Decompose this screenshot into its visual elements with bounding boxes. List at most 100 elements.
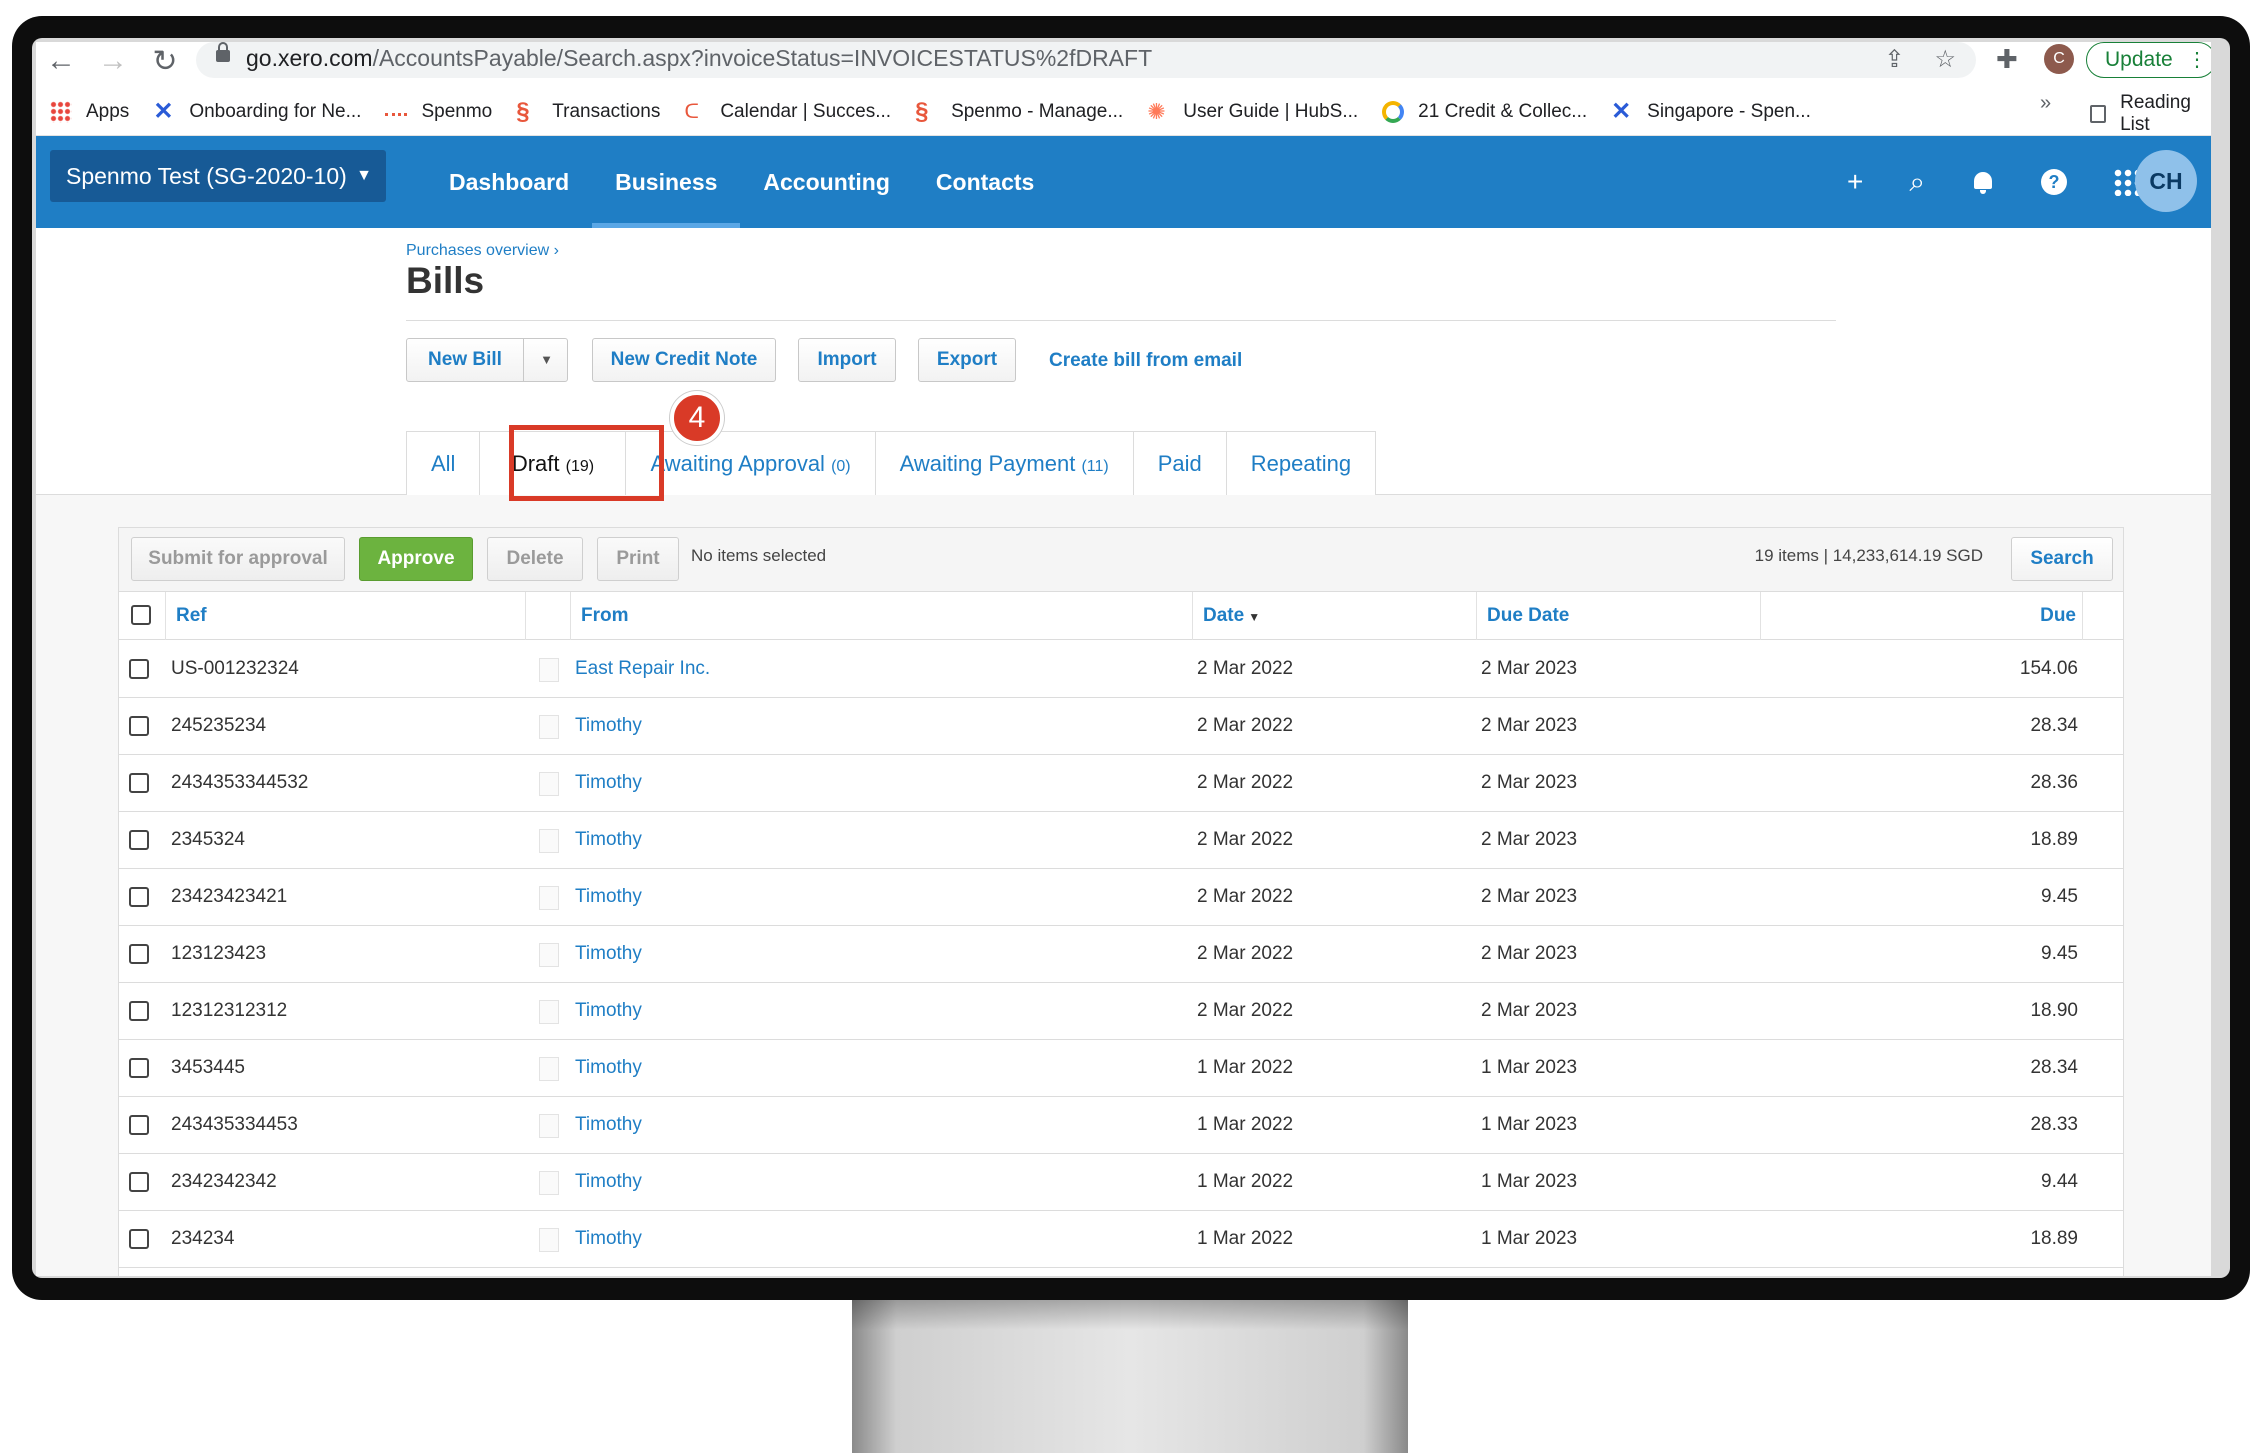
row-checkbox[interactable]	[129, 1229, 149, 1249]
cell-ref[interactable]: 2345324	[171, 812, 245, 868]
bookmark-spenmo-manage[interactable]: § Spenmo - Manage...	[915, 100, 1123, 124]
nav-dashboard[interactable]: Dashboard	[426, 136, 592, 228]
forward-arrow-icon[interactable]: →	[98, 44, 128, 79]
tab-paid[interactable]: Paid	[1132, 431, 1227, 495]
cell-ref[interactable]: 123123423	[171, 926, 266, 982]
import-button[interactable]: Import	[798, 338, 896, 382]
cell-from[interactable]: Timothy	[575, 812, 642, 868]
export-button[interactable]: Export	[918, 338, 1016, 382]
row-checkbox[interactable]	[129, 1058, 149, 1078]
cell-ref[interactable]: 23423423421	[171, 869, 287, 925]
bookmark-credit[interactable]: 21 Credit & Collec...	[1382, 101, 1587, 123]
cell-from[interactable]: Timothy	[575, 869, 642, 925]
column-due[interactable]: Due	[1760, 592, 2082, 640]
table-row[interactable]: 23423423421 Timothy 2 Mar 2022 2 Mar 2023 9.…	[119, 869, 2123, 926]
row-checkbox[interactable]	[129, 1172, 149, 1192]
print-button[interactable]: Print	[597, 537, 679, 581]
url-text[interactable]: go.xero.com/AccountsPayable/Search.aspx?…	[246, 45, 1152, 72]
table-row[interactable]: 123123423 Timothy 2 Mar 2022 2 Mar 2023 9.45	[119, 926, 2123, 983]
table-row[interactable]: 2345324 Timothy 2 Mar 2022 2 Mar 2023 18.89	[119, 812, 2123, 869]
bookmark-calendar[interactable]: ᑕ Calendar | Succes...	[684, 101, 891, 123]
cell-from[interactable]: East Repair Inc.	[575, 641, 710, 697]
tab-repeating[interactable]: Repeating	[1225, 431, 1377, 495]
plus-icon[interactable]: +	[1847, 166, 1863, 198]
row-checkbox[interactable]	[129, 716, 149, 736]
column-date[interactable]: Date ▼	[1192, 592, 1476, 640]
kebab-menu-icon[interactable]: ⋮	[2187, 43, 2207, 77]
cell-from[interactable]: Timothy	[575, 926, 642, 982]
new-credit-note-button[interactable]: New Credit Note	[592, 338, 776, 382]
cell-ref[interactable]: US-001232324	[171, 641, 299, 697]
breadcrumb[interactable]: Purchases overview ›	[406, 242, 559, 260]
lock-icon[interactable]	[216, 42, 230, 62]
row-checkbox[interactable]	[129, 1115, 149, 1135]
search-button[interactable]: Search	[2011, 537, 2113, 581]
bookmark-apps[interactable]: Apps	[50, 101, 129, 123]
chevron-down-icon[interactable]: ▼	[523, 339, 569, 381]
bookmark-spenmo[interactable]: Spenmo	[385, 101, 492, 123]
column-ref[interactable]: Ref	[165, 592, 525, 640]
cell-from[interactable]: Timothy	[575, 1097, 642, 1153]
tab-all[interactable]: All	[406, 431, 481, 495]
table-row[interactable]: 3453445 Timothy 1 Mar 2022 1 Mar 2023 28.34	[119, 1040, 2123, 1097]
submit-for-approval-button[interactable]: Submit for approval	[131, 537, 345, 581]
column-from[interactable]: From	[570, 592, 1192, 640]
table-row[interactable]: 12312312312 Timothy 2 Mar 2022 2 Mar 2023 18…	[119, 983, 2123, 1040]
update-button[interactable]: Update ⋮	[2086, 42, 2211, 78]
cell-ref[interactable]: 2434353344532	[171, 755, 308, 811]
nav-accounting[interactable]: Accounting	[740, 136, 913, 228]
bookmark-transactions[interactable]: § Transactions	[516, 100, 660, 124]
cell-ref[interactable]: 234234	[171, 1211, 234, 1267]
table-row[interactable]: 2342342342 Timothy 1 Mar 2022 1 Mar 2023 9.4…	[119, 1154, 2123, 1211]
back-arrow-icon[interactable]: ←	[46, 44, 76, 79]
cell-ref[interactable]: 12312312312	[171, 983, 287, 1039]
approve-button[interactable]: Approve	[359, 537, 473, 581]
row-checkbox[interactable]	[129, 887, 149, 907]
cell-from[interactable]: Timothy	[575, 1154, 642, 1210]
cell-ref[interactable]: 3453445	[171, 1040, 245, 1096]
row-checkbox[interactable]	[129, 1001, 149, 1021]
table-row[interactable]: 234234 Timothy 1 Mar 2022 1 Mar 2023 18.89	[119, 1211, 2123, 1268]
address-bar[interactable]: go.xero.com/AccountsPayable/Search.aspx?…	[196, 42, 1976, 78]
delete-button[interactable]: Delete	[487, 537, 583, 581]
select-all-checkbox[interactable]	[131, 605, 151, 625]
new-bill-button[interactable]: New Bill ▼	[406, 338, 568, 382]
table-row[interactable]: 245235234 Timothy 2 Mar 2022 2 Mar 2023 28.3…	[119, 698, 2123, 755]
table-row[interactable]: 243435334453 Timothy 1 Mar 2022 1 Mar 2023 2…	[119, 1097, 2123, 1154]
column-due-date[interactable]: Due Date	[1476, 592, 1760, 640]
cell-from[interactable]: Timothy	[575, 755, 642, 811]
bookmark-onboarding[interactable]: ✕ Onboarding for Ne...	[153, 100, 361, 124]
cell-from[interactable]: Timothy	[575, 1040, 642, 1096]
cell-from[interactable]: Timothy	[575, 983, 642, 1039]
reading-list-button[interactable]: Reading List	[2090, 92, 2200, 136]
help-icon[interactable]: ?	[2041, 169, 2067, 195]
tab-awaiting-payment[interactable]: Awaiting Payment (11)	[874, 431, 1134, 495]
cell-from[interactable]: Timothy	[575, 1211, 642, 1267]
app-header: Spenmo Test (SG-2020-10) ▼ Dashboard Busi…	[36, 136, 2211, 228]
reload-icon[interactable]: ↻	[150, 44, 180, 79]
bookmark-user-guide[interactable]: ✺ User Guide | HubS...	[1147, 101, 1358, 123]
bookmark-singapore[interactable]: ✕ Singapore - Spen...	[1611, 100, 1811, 124]
bookmarks-more-icon[interactable]: »	[2040, 92, 2051, 115]
table-row[interactable]: 2434353344532 Timothy 2 Mar 2022 2 Mar 2023…	[119, 755, 2123, 812]
user-avatar[interactable]: CH	[2135, 150, 2197, 212]
cell-ref[interactable]: 243435334453	[171, 1097, 298, 1153]
nav-business[interactable]: Business	[592, 136, 741, 228]
nav-contacts[interactable]: Contacts	[913, 136, 1057, 228]
profile-avatar[interactable]: C	[2044, 44, 2074, 74]
cell-ref[interactable]: 2342342342	[171, 1154, 277, 1210]
organisation-switcher[interactable]: Spenmo Test (SG-2020-10) ▼	[50, 150, 386, 202]
row-checkbox[interactable]	[129, 830, 149, 850]
search-icon[interactable]: ⌕	[1909, 166, 1925, 199]
cell-ref[interactable]: 245235234	[171, 698, 266, 754]
bell-icon[interactable]	[1971, 170, 1995, 194]
row-checkbox[interactable]	[129, 773, 149, 793]
bookmark-star-icon[interactable]: ☆	[1934, 45, 1956, 74]
table-row[interactable]: US-001232324 East Repair Inc. 2 Mar 2022 2 …	[119, 641, 2123, 698]
share-icon[interactable]: ⇪	[1884, 45, 1904, 74]
cell-from[interactable]: Timothy	[575, 698, 642, 754]
row-checkbox[interactable]	[129, 659, 149, 679]
create-bill-from-email-link[interactable]: Create bill from email	[1049, 350, 1242, 372]
row-checkbox[interactable]	[129, 944, 149, 964]
extensions-puzzle-icon[interactable]: ✚	[1996, 44, 2018, 75]
